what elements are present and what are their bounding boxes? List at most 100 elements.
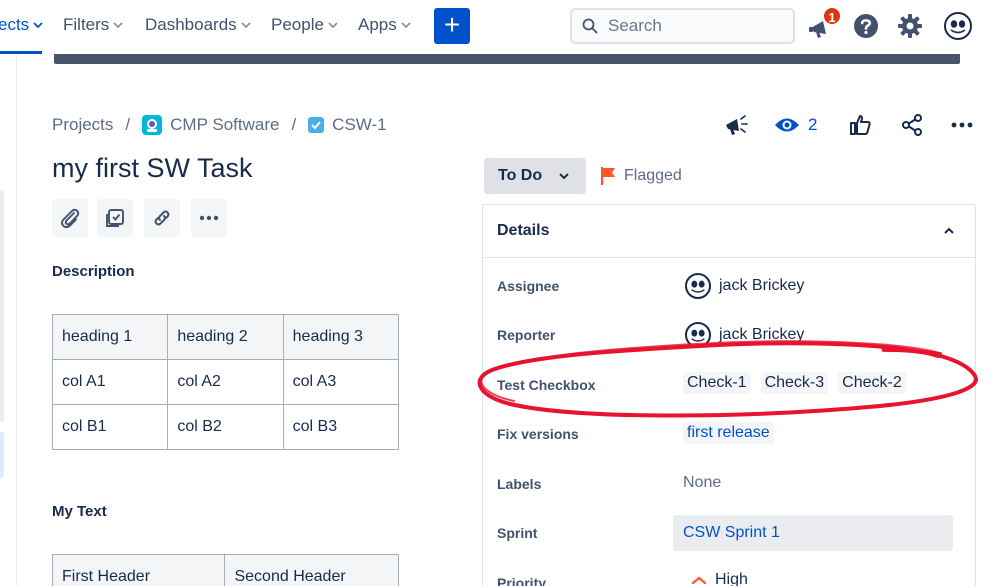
user-avatar[interactable] bbox=[944, 12, 972, 40]
watch-count: 2 bbox=[808, 115, 818, 134]
sidebar-tab-active bbox=[0, 432, 4, 478]
checkbox-value-tag: Check-2 bbox=[838, 372, 906, 394]
assignee-label: Assignee bbox=[497, 278, 560, 294]
table-cell: col A2 bbox=[167, 359, 284, 405]
nav-filters-label: Filters bbox=[63, 15, 110, 34]
link-issue-button[interactable] bbox=[144, 199, 180, 237]
reporter-field[interactable]: jack Brickey bbox=[685, 322, 804, 348]
reporter-label: Reporter bbox=[497, 327, 556, 343]
fix-versions-field[interactable]: first release bbox=[683, 422, 774, 444]
create-button[interactable]: + bbox=[434, 8, 470, 44]
description-table[interactable]: heading 1 heading 2 heading 3 col A1 col… bbox=[51, 314, 400, 450]
eye-icon bbox=[775, 118, 799, 132]
breadcrumb-projects[interactable]: Projects bbox=[52, 115, 113, 135]
share-button[interactable] bbox=[900, 112, 924, 138]
priority-field[interactable]: High bbox=[691, 571, 748, 586]
skull-avatar-icon bbox=[691, 329, 705, 342]
skull-avatar-icon bbox=[691, 280, 705, 293]
flagged-label: Flagged bbox=[624, 167, 682, 184]
thumbs-up-icon bbox=[850, 115, 871, 135]
paperclip-icon bbox=[61, 208, 80, 229]
nav-projects[interactable]: ects bbox=[0, 15, 43, 35]
test-checkbox-field[interactable]: Check-1 Check-3 Check-2 bbox=[683, 372, 906, 394]
priority-value: High bbox=[715, 571, 748, 586]
settings-gear-icon[interactable] bbox=[896, 12, 924, 40]
share-icon bbox=[902, 114, 922, 136]
labels-field[interactable]: None bbox=[683, 474, 721, 492]
priority-label: Priority bbox=[497, 575, 547, 586]
breadcrumb-separator: / bbox=[291, 115, 297, 134]
table-cell: col A3 bbox=[282, 359, 400, 405]
nav-apps[interactable]: Apps bbox=[358, 15, 411, 35]
task-type-icon bbox=[308, 117, 325, 133]
checkbox-value-tag: Check-3 bbox=[760, 372, 829, 394]
banner-bar bbox=[54, 54, 960, 64]
nav-dashboards[interactable]: Dashboards bbox=[145, 15, 251, 35]
my-text-table[interactable]: First Header Second Header bbox=[51, 554, 399, 586]
description-heading: Description bbox=[52, 263, 135, 280]
table-cell: col B2 bbox=[167, 404, 284, 450]
status-dropdown[interactable]: To Do bbox=[484, 158, 586, 194]
table-header-row: First Header Second Header bbox=[51, 554, 399, 586]
breadcrumb-separator: / bbox=[125, 115, 131, 134]
flagged-indicator[interactable]: Flagged bbox=[600, 166, 682, 186]
attach-button[interactable] bbox=[52, 199, 88, 237]
status-label: To Do bbox=[498, 167, 543, 184]
details-header[interactable]: Details bbox=[483, 205, 975, 258]
help-icon[interactable] bbox=[852, 12, 880, 40]
search-box[interactable] bbox=[570, 8, 795, 44]
more-actions-button[interactable] bbox=[950, 112, 974, 138]
table-cell: col B1 bbox=[51, 404, 169, 450]
my-text-heading: My Text bbox=[52, 503, 107, 520]
top-navigation: ects Filters Dashboards People Apps + 1 bbox=[0, 0, 998, 54]
more-toolbar-button[interactable] bbox=[191, 199, 227, 237]
skull-avatar-icon bbox=[950, 20, 966, 34]
search-input[interactable] bbox=[608, 16, 768, 36]
nav-people[interactable]: People bbox=[271, 15, 338, 35]
details-panel: Details Assignee jack Brickey Reporter j… bbox=[482, 204, 976, 586]
watch-button[interactable]: 2 bbox=[774, 112, 817, 138]
table-row: col A1 col A2 col A3 bbox=[51, 359, 400, 405]
like-button[interactable] bbox=[848, 112, 872, 138]
reporter-name: jack Brickey bbox=[719, 326, 805, 343]
test-checkbox-label: Test Checkbox bbox=[497, 377, 596, 393]
table-header-row: heading 1 heading 2 heading 3 bbox=[51, 314, 400, 360]
sidebar-edge bbox=[16, 54, 17, 586]
search-icon bbox=[582, 18, 598, 34]
assignee-field[interactable]: jack Brickey bbox=[685, 273, 804, 299]
chevron-down-icon bbox=[401, 22, 411, 29]
breadcrumb-issue-key: CSW-1 bbox=[332, 115, 387, 134]
table-header-cell: First Header bbox=[51, 554, 226, 586]
breadcrumb-project[interactable]: CMP Software bbox=[142, 115, 279, 135]
nav-filters[interactable]: Filters bbox=[63, 15, 123, 35]
notification-badge: 1 bbox=[822, 6, 842, 26]
chevron-down-icon bbox=[241, 22, 251, 29]
reporter-avatar bbox=[685, 322, 711, 348]
fix-version-tag[interactable]: first release bbox=[683, 422, 774, 444]
breadcrumb-project-label: CMP Software bbox=[170, 115, 280, 134]
chevron-up-icon[interactable] bbox=[943, 225, 955, 237]
nav-people-label: People bbox=[271, 15, 324, 34]
chevron-down-icon bbox=[33, 22, 43, 29]
checkbox-value-tag: Check-1 bbox=[683, 372, 751, 394]
nav-projects-label: ects bbox=[0, 15, 30, 34]
table-header-cell: heading 3 bbox=[282, 314, 400, 360]
assignee-name: jack Brickey bbox=[719, 277, 805, 294]
details-title: Details bbox=[497, 222, 550, 239]
table-header-cell: heading 2 bbox=[167, 314, 284, 360]
fix-versions-label: Fix versions bbox=[497, 426, 579, 442]
table-header-cell: Second Header bbox=[224, 554, 399, 586]
feedback-button[interactable] bbox=[722, 112, 748, 138]
priority-high-icon bbox=[691, 576, 707, 585]
more-horizontal-icon bbox=[951, 122, 973, 128]
sprint-field[interactable]: CSW Sprint 1 bbox=[673, 515, 953, 551]
more-horizontal-icon bbox=[199, 215, 219, 221]
megaphone-icon bbox=[726, 115, 748, 135]
breadcrumb-issue[interactable]: CSW-1 bbox=[308, 115, 387, 135]
issue-title[interactable]: my first SW Task bbox=[52, 153, 253, 184]
table-header-cell: heading 1 bbox=[51, 314, 169, 360]
subtask-icon bbox=[106, 209, 124, 227]
table-row: col B1 col B2 col B3 bbox=[51, 404, 400, 450]
nav-dashboards-label: Dashboards bbox=[145, 15, 237, 34]
create-subtask-button[interactable] bbox=[97, 199, 133, 237]
